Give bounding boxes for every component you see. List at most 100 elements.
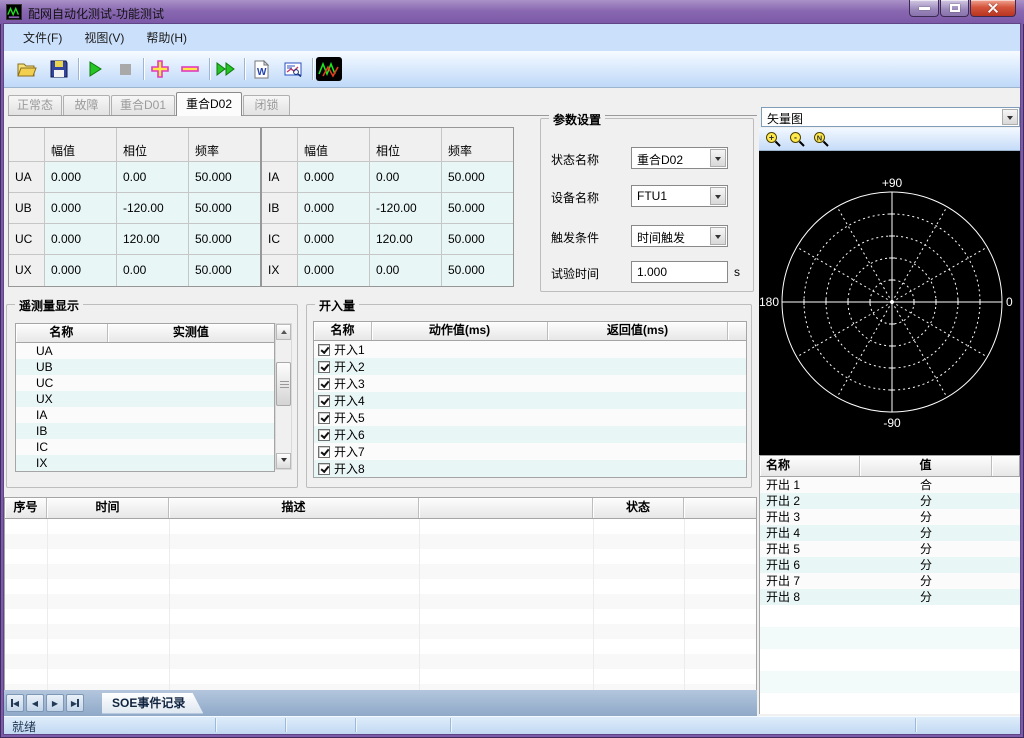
cell[interactable]: 0.000 <box>298 224 370 255</box>
cell[interactable]: 0.00 <box>117 162 189 193</box>
cell[interactable]: 0.00 <box>117 255 189 286</box>
cell[interactable]: 50.000 <box>442 224 513 255</box>
cell[interactable]: -120.00 <box>370 193 442 224</box>
checkbox-checked[interactable] <box>318 361 330 373</box>
output-row[interactable]: 开出 3分 <box>760 509 1020 525</box>
open-file-button[interactable] <box>14 56 40 82</box>
zoom-in-icon[interactable]: + <box>765 131 782 148</box>
checkbox-checked[interactable] <box>318 412 330 424</box>
device-name-combo[interactable]: FTU1 <box>631 185 728 207</box>
soe-event-record-tab[interactable]: SOE事件记录 <box>102 693 203 714</box>
menu-help[interactable]: 帮助(H) <box>135 25 198 51</box>
word-report-button[interactable]: W <box>248 56 274 82</box>
dropdown-button[interactable] <box>710 187 726 205</box>
add-state-button[interactable] <box>147 56 173 82</box>
scroll-up-button[interactable] <box>276 324 291 340</box>
col-time[interactable]: 时间 <box>47 498 169 518</box>
first-page-button[interactable]: ◀ <box>6 694 24 712</box>
state-name-combo[interactable]: 重合D02 <box>631 147 728 169</box>
menu-file[interactable]: 文件(F) <box>12 25 73 51</box>
remove-state-button[interactable] <box>177 56 203 82</box>
cell[interactable]: 0.000 <box>45 255 117 286</box>
output-row[interactable]: 开出 1合 <box>760 477 1020 493</box>
output-row[interactable]: 开出 6分 <box>760 557 1020 573</box>
output-row[interactable]: 开出 4分 <box>760 525 1020 541</box>
view-select-combo[interactable]: 矢量图 <box>761 107 1020 127</box>
dropdown-button[interactable] <box>710 227 726 245</box>
waveform-button[interactable] <box>316 57 342 81</box>
cell[interactable]: 0.00 <box>370 255 442 286</box>
col-action-value[interactable]: 动作值(ms) <box>372 322 548 340</box>
close-button[interactable] <box>970 0 1016 17</box>
telemetry-row[interactable]: IB <box>16 423 274 439</box>
next-page-button[interactable]: ▶ <box>46 694 64 712</box>
checkbox-checked[interactable] <box>318 463 330 475</box>
col-name[interactable]: 名称 <box>760 456 860 476</box>
cell[interactable]: 50.000 <box>189 193 260 224</box>
cell[interactable]: 50.000 <box>442 255 513 286</box>
cell[interactable]: 50.000 <box>442 162 513 193</box>
cell[interactable]: 50.000 <box>189 224 260 255</box>
cell[interactable]: 120.00 <box>370 224 442 255</box>
trigger-condition-combo[interactable]: 时间触发 <box>631 225 728 247</box>
cell[interactable]: -120.00 <box>117 193 189 224</box>
col-index[interactable]: 序号 <box>5 498 47 518</box>
telemetry-row[interactable]: IC <box>16 439 274 455</box>
zoom-out-icon[interactable]: - <box>789 131 806 148</box>
run-all-button[interactable] <box>213 56 239 82</box>
dropdown-button[interactable] <box>1002 109 1018 125</box>
output-row[interactable]: 开出 5分 <box>760 541 1020 557</box>
checkbox-checked[interactable] <box>318 429 330 441</box>
save-button[interactable] <box>46 56 72 82</box>
menu-view[interactable]: 视图(V) <box>73 25 135 51</box>
run-button[interactable] <box>82 56 108 82</box>
output-row[interactable]: 开出 2分 <box>760 493 1020 509</box>
telemetry-row[interactable]: UB <box>16 359 274 375</box>
prev-page-button[interactable]: ◀ <box>26 694 44 712</box>
last-page-button[interactable]: ▶ <box>66 694 84 712</box>
checkbox-checked[interactable] <box>318 344 330 356</box>
minimize-button[interactable] <box>909 0 939 17</box>
cell[interactable]: 0.00 <box>370 162 442 193</box>
checkbox-checked[interactable] <box>318 446 330 458</box>
telemetry-row[interactable]: UA <box>16 343 274 359</box>
cell[interactable]: 50.000 <box>442 193 513 224</box>
cell[interactable]: 0.000 <box>298 193 370 224</box>
cell[interactable]: 0.000 <box>45 224 117 255</box>
col-status[interactable]: 状态 <box>593 498 684 518</box>
tab-normal-state[interactable]: 正常态 <box>8 95 62 115</box>
telemetry-row[interactable]: IA <box>16 407 274 423</box>
col-return-value[interactable]: 返回值(ms) <box>548 322 728 340</box>
test-time-input[interactable] <box>631 261 728 283</box>
cell[interactable]: 0.000 <box>298 255 370 286</box>
output-row[interactable]: 开出 7分 <box>760 573 1020 589</box>
zoom-reset-icon[interactable]: N <box>813 131 830 148</box>
tab-reclose-d02[interactable]: 重合D02 <box>176 92 242 116</box>
telemetry-row[interactable]: IX <box>16 455 274 471</box>
checkbox-checked[interactable] <box>318 378 330 390</box>
telemetry-row[interactable]: UX <box>16 391 274 407</box>
cell[interactable]: 50.000 <box>189 162 260 193</box>
tab-fault[interactable]: 故障 <box>63 95 110 115</box>
maximize-button[interactable] <box>940 0 969 17</box>
tab-lockout[interactable]: 闭锁 <box>243 95 290 115</box>
report-view-button[interactable] <box>280 56 306 82</box>
stop-button[interactable] <box>112 56 138 82</box>
col-name[interactable]: 名称 <box>314 322 372 340</box>
scroll-thumb[interactable] <box>276 362 291 406</box>
col-extra-1[interactable] <box>419 498 593 518</box>
output-row[interactable]: 开出 8分 <box>760 589 1020 605</box>
scroll-down-button[interactable] <box>276 453 291 469</box>
title-bar[interactable]: 配网自动化测试-功能测试 <box>0 0 1024 24</box>
col-description[interactable]: 描述 <box>169 498 419 518</box>
cell[interactable]: 120.00 <box>117 224 189 255</box>
cell[interactable]: 0.000 <box>45 162 117 193</box>
col-name[interactable]: 名称 <box>16 324 108 342</box>
cell[interactable]: 0.000 <box>298 162 370 193</box>
col-measured-value[interactable]: 实测值 <box>108 324 274 342</box>
checkbox-checked[interactable] <box>318 395 330 407</box>
event-table-body[interactable] <box>4 519 757 692</box>
tab-reclose-d01[interactable]: 重合D01 <box>111 95 175 115</box>
cell[interactable]: 50.000 <box>189 255 260 286</box>
dropdown-button[interactable] <box>710 149 726 167</box>
